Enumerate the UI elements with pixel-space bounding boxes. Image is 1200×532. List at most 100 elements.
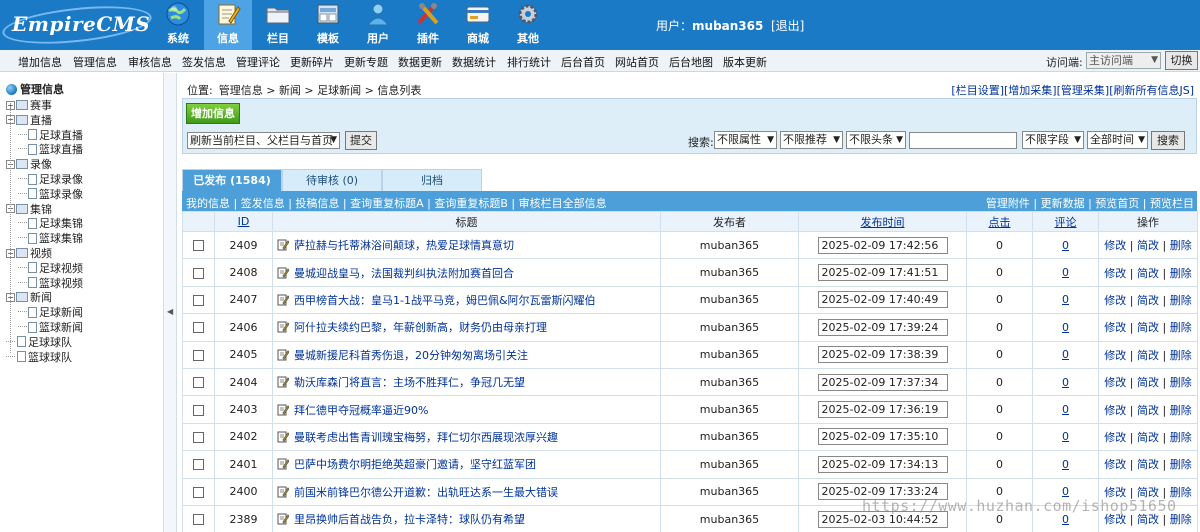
- collapse-arrow-icon[interactable]: ◀: [167, 307, 173, 316]
- menu-item-8[interactable]: 数据统计: [452, 54, 496, 70]
- comments-link[interactable]: 0: [1062, 321, 1069, 334]
- quick-edit-link[interactable]: 简改: [1137, 239, 1159, 252]
- time-input[interactable]: 2025-02-09 17:39:24: [817, 318, 948, 336]
- delete-link[interactable]: 删除: [1170, 294, 1192, 307]
- nav-tab-template[interactable]: 模板: [304, 0, 352, 50]
- edit-link[interactable]: 修改: [1104, 404, 1126, 417]
- comments-link[interactable]: 0: [1062, 293, 1069, 306]
- edit-link[interactable]: 修改: [1104, 294, 1126, 307]
- row-checkbox[interactable]: [193, 322, 204, 334]
- delete-link[interactable]: 删除: [1170, 431, 1192, 444]
- time-input[interactable]: 2025-02-09 17:34:13: [817, 455, 948, 473]
- menu-item-9[interactable]: 排行统计: [507, 54, 551, 70]
- menu-item-11[interactable]: 网站首页: [615, 54, 659, 70]
- delete-link[interactable]: 删除: [1170, 513, 1192, 526]
- tree-node-9[interactable]: 篮球集锦: [28, 230, 83, 246]
- title-link[interactable]: 拜仁德甲夺冠概率逼近90%: [294, 404, 428, 417]
- list-link-left-3[interactable]: 查询重复标题A: [350, 197, 424, 210]
- field-filter[interactable]: 不限字段 ▼: [1022, 131, 1084, 149]
- menu-item-0[interactable]: 增加信息: [18, 54, 62, 70]
- tree-node-14[interactable]: 足球新闻: [28, 304, 83, 320]
- nav-tab-user[interactable]: 用户: [354, 0, 402, 50]
- menu-item-12[interactable]: 后台地图: [669, 54, 713, 70]
- top-link-1[interactable]: [增加采集]: [1004, 84, 1057, 97]
- comments-link[interactable]: 0: [1062, 348, 1069, 361]
- delete-link[interactable]: 删除: [1170, 349, 1192, 362]
- col-clicks[interactable]: 点击: [966, 211, 1033, 232]
- row-checkbox[interactable]: [193, 349, 204, 361]
- time-header[interactable]: 发布时间: [861, 216, 905, 229]
- title-link[interactable]: 曼城迎战皇马，法国裁判纠执法附加赛首回合: [294, 267, 514, 280]
- tab-1[interactable]: 待审核 (0): [282, 169, 382, 191]
- title-link[interactable]: 阿什拉夫续约巴黎，年薪创新高，财务仍由母亲打理: [294, 321, 547, 334]
- title-link[interactable]: 萨拉赫与托蒂淋浴间颠球，热爱足球情真意切: [294, 239, 514, 252]
- edit-link[interactable]: 修改: [1104, 267, 1126, 280]
- list-link-right-0[interactable]: 管理附件: [986, 197, 1030, 210]
- tree-node-12[interactable]: 篮球视频: [28, 275, 83, 291]
- row-checkbox[interactable]: [193, 459, 204, 471]
- delete-link[interactable]: 删除: [1170, 458, 1192, 471]
- attribute-filter[interactable]: 不限属性 ▼: [714, 131, 777, 149]
- nav-tab-folder[interactable]: 栏目: [254, 0, 302, 50]
- quick-edit-link[interactable]: 简改: [1137, 404, 1159, 417]
- tree-node-10[interactable]: − 视频: [6, 245, 52, 261]
- title-link[interactable]: 巴萨中场费尔明拒绝英超豪门邀请，坚守红蓝军团: [294, 458, 536, 471]
- title-link[interactable]: 前国米前锋巴尔德公开道歉：出轨旺达系一生最大错误: [294, 486, 558, 499]
- breadcrumb-item[interactable]: 足球新闻: [317, 84, 361, 97]
- menu-item-10[interactable]: 后台首页: [561, 54, 605, 70]
- tree-node-4[interactable]: − 录像: [6, 156, 52, 172]
- breadcrumb-item[interactable]: 新闻: [279, 84, 301, 97]
- tree-node-2[interactable]: 足球直播: [28, 127, 83, 143]
- list-link-right-3[interactable]: 预览栏目: [1150, 197, 1194, 210]
- comments-link[interactable]: 0: [1062, 239, 1069, 252]
- search-input[interactable]: [909, 132, 1017, 149]
- row-checkbox[interactable]: [193, 431, 204, 443]
- comments-link[interactable]: 0: [1062, 458, 1069, 471]
- list-link-left-5[interactable]: 审核栏目全部信息: [519, 197, 607, 210]
- comments-link[interactable]: 0: [1062, 430, 1069, 443]
- menu-item-5[interactable]: 更新碎片: [290, 54, 334, 70]
- search-button[interactable]: 搜索: [1151, 131, 1185, 150]
- tab-0[interactable]: 已发布 (1584): [182, 169, 282, 191]
- tree-node-16[interactable]: 足球球队: [6, 334, 72, 350]
- quick-edit-link[interactable]: 简改: [1137, 376, 1159, 389]
- switch-button[interactable]: 切换: [1165, 51, 1198, 70]
- delete-link[interactable]: 删除: [1170, 376, 1192, 389]
- quick-edit-link[interactable]: 简改: [1137, 321, 1159, 334]
- time-input[interactable]: 2025-02-09 17:40:49: [817, 291, 948, 309]
- row-checkbox[interactable]: [193, 240, 204, 252]
- edit-link[interactable]: 修改: [1104, 431, 1126, 444]
- menu-item-3[interactable]: 签发信息: [182, 54, 226, 70]
- top-link-2[interactable]: [管理采集]: [1057, 84, 1110, 97]
- row-checkbox[interactable]: [193, 267, 204, 279]
- menu-item-6[interactable]: 更新专题: [344, 54, 388, 70]
- list-link-left-4[interactable]: 查询重复标题B: [434, 197, 508, 210]
- nav-tab-card[interactable]: 商城: [454, 0, 502, 50]
- delete-link[interactable]: 删除: [1170, 321, 1192, 334]
- col-id[interactable]: ID: [214, 211, 273, 232]
- row-checkbox[interactable]: [193, 294, 204, 306]
- tree-node-7[interactable]: − 集锦: [6, 201, 52, 217]
- title-link[interactable]: 里昂换帅后首战告负，拉卡泽特：球队仍有希望: [294, 513, 525, 526]
- comments-header[interactable]: 评论: [1055, 216, 1077, 229]
- row-checkbox[interactable]: [193, 377, 204, 389]
- recommend-filter[interactable]: 不限推荐 ▼: [780, 131, 843, 149]
- refresh-select[interactable]: 刷新当前栏目、父栏目与首页 ▼: [187, 132, 340, 149]
- delete-link[interactable]: 删除: [1170, 239, 1192, 252]
- title-link[interactable]: 曼城新援尼科首秀伤退，20分钟匆匆离场引关注: [294, 349, 528, 362]
- delete-link[interactable]: 删除: [1170, 404, 1192, 417]
- nav-tab-gear[interactable]: 其他: [504, 0, 552, 50]
- time-input[interactable]: 2025-02-09 17:42:56: [817, 236, 948, 254]
- id-header[interactable]: ID: [238, 215, 250, 228]
- title-link[interactable]: 曼联考虑出售青训瑰宝梅努，拜仁切尔西展现浓厚兴趣: [294, 431, 558, 444]
- comments-link[interactable]: 0: [1062, 376, 1069, 389]
- edit-link[interactable]: 修改: [1104, 349, 1126, 362]
- title-link[interactable]: 西甲榜首大战：皇马1-1战平马竞，姆巴佩&阿尔瓦雷斯闪耀伯: [294, 294, 596, 307]
- time-input[interactable]: 2025-02-09 17:41:51: [817, 264, 948, 282]
- empirecms-logo[interactable]: EmpireCMS: [0, 0, 154, 50]
- quick-edit-link[interactable]: 简改: [1137, 513, 1159, 526]
- top-link-0[interactable]: [栏目设置]: [951, 84, 1004, 97]
- logout-link[interactable]: [退出]: [771, 19, 804, 33]
- tree-node-3[interactable]: 篮球直播: [28, 141, 83, 157]
- tree-node-11[interactable]: 足球视频: [28, 260, 83, 276]
